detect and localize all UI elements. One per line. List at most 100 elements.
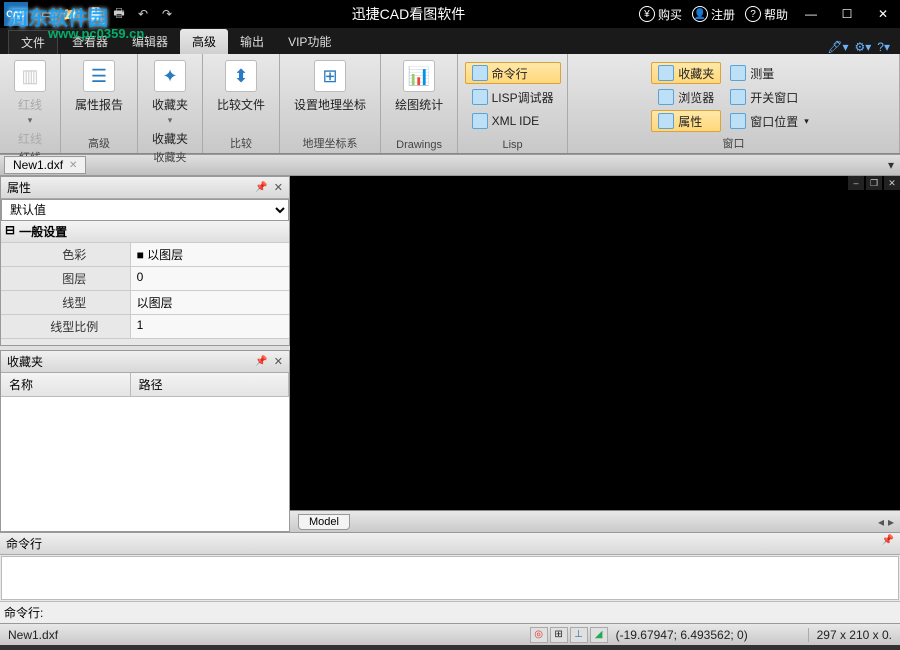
ribbon-group-window: 收藏夹 浏览器 属性 测量 开关窗口 窗口位置▾ 窗口 — [568, 54, 900, 153]
compare-icon: ⬍ — [225, 60, 257, 92]
favorites-button[interactable]: ✦ 收藏夹 ▾ 收藏夹 — [144, 58, 196, 149]
command-panel: 命令行 📌 命令行: — [0, 532, 900, 623]
browser-panel-toggle[interactable]: 浏览器 — [651, 86, 721, 108]
window-position-button[interactable]: 窗口位置▾ — [723, 110, 816, 132]
prop-section[interactable]: ⊟一般设置 — [1, 221, 289, 243]
doc-tabs-dropdown[interactable]: ▾ — [888, 158, 894, 172]
properties-selector[interactable]: 默认值 — [1, 199, 289, 221]
help-button[interactable]: ?帮助 — [745, 6, 788, 23]
buy-button[interactable]: ¥购买 — [639, 6, 682, 23]
panel-close-icon[interactable]: ✕ — [274, 355, 283, 368]
drawing-stats-button[interactable]: 📊 绘图统计 — [387, 58, 451, 115]
ribbon-group-lisp: 命令行 LISP调试器 XML IDE Lisp — [458, 54, 568, 153]
left-panels: 属性 📌 ✕ 默认值 ⊟一般设置 色彩■ 以图层 图层0 线型以图层 线型比例1… — [0, 176, 290, 532]
maximize-icon[interactable]: ☐ — [834, 4, 860, 24]
favorites-header[interactable]: 收藏夹 📌 ✕ — [1, 351, 289, 373]
ribbon-group-drawings: 📊 绘图统计 Drawings — [381, 54, 458, 153]
pin-icon[interactable]: 📌 — [255, 182, 267, 193]
tab-output[interactable]: 输出 — [228, 29, 276, 54]
close-icon[interactable]: ✕ — [870, 4, 896, 24]
favorites-columns: 名称 路径 — [1, 373, 289, 397]
tab-next-icon[interactable]: ▸ — [888, 515, 894, 529]
vp-restore-icon[interactable]: ❐ — [866, 176, 882, 190]
ribbon-group-advanced: ☰ 属性报告 高级 — [61, 54, 138, 153]
style-dropdown-icon[interactable]: 🖊▾ — [827, 40, 848, 54]
model-tab-strip: Model ◂ ▸ — [290, 510, 900, 532]
browser-icon — [658, 89, 674, 105]
snap-toggle-icon[interactable]: ◎ — [530, 627, 548, 643]
command-header[interactable]: 命令行 📌 — [0, 533, 900, 555]
model-tab[interactable]: Model — [298, 514, 350, 530]
property-report-button[interactable]: ☰ 属性报告 — [67, 58, 131, 115]
help-icon[interactable]: ?▾ — [877, 40, 890, 54]
favorites-panel: 收藏夹 📌 ✕ 名称 路径 — [0, 350, 290, 532]
fav-icon — [658, 65, 674, 81]
pin-icon[interactable]: 📌 — [882, 535, 894, 552]
command-output[interactable] — [1, 556, 899, 600]
app-logo: CAD — [4, 2, 28, 26]
tab-vip[interactable]: VIP功能 — [276, 29, 343, 54]
tab-prev-icon[interactable]: ◂ — [878, 515, 884, 529]
new-file-icon[interactable]: ▭ — [36, 3, 58, 25]
close-tab-icon[interactable]: ✕ — [69, 160, 77, 171]
panel-close-icon[interactable]: ✕ — [274, 181, 283, 194]
properties-grid: ⊟一般设置 色彩■ 以图层 图层0 线型以图层 线型比例1 — [1, 221, 289, 345]
lisp-icon — [472, 89, 488, 105]
geo-coords-button[interactable]: ⊞ 设置地理坐标 — [286, 58, 374, 115]
redo-icon[interactable]: ↷ — [156, 3, 178, 25]
commandline-toggle[interactable]: 命令行 — [465, 62, 561, 84]
redline-icon: ▥ — [14, 60, 46, 92]
command-input[interactable] — [47, 606, 896, 620]
toggle-window-button[interactable]: 开关窗口 — [723, 86, 816, 108]
winpos-icon — [730, 113, 746, 129]
ortho-toggle-icon[interactable]: ⊥ — [570, 627, 588, 643]
properties-panel-toggle[interactable]: 属性 — [651, 110, 721, 132]
measure-icon — [730, 65, 746, 81]
redline-button[interactable]: ▥ 红线 ▾ 红线 — [6, 58, 54, 149]
viewport[interactable]: – ❐ ✕ Model ◂ ▸ — [290, 176, 900, 532]
col-name[interactable]: 名称 — [1, 373, 131, 396]
compare-button[interactable]: ⬍ 比较文件 — [209, 58, 273, 115]
register-button[interactable]: 👤注册 — [692, 6, 735, 23]
prop-row-linetype[interactable]: 线型以图层 — [1, 291, 289, 315]
prop-row-ltscale[interactable]: 线型比例1 — [1, 315, 289, 339]
options-icon[interactable]: ⚙▾ — [855, 40, 872, 54]
tab-viewer[interactable]: 查看器 — [60, 29, 120, 54]
command-input-row: 命令行: — [0, 601, 900, 623]
print-icon[interactable]: 🖶 — [108, 3, 130, 25]
app-title: 迅捷CAD看图软件 — [178, 4, 639, 24]
tab-advanced[interactable]: 高级 — [180, 29, 228, 54]
col-path[interactable]: 路径 — [131, 373, 289, 396]
undo-icon[interactable]: ↶ — [132, 3, 154, 25]
save-icon[interactable]: 💾 — [84, 3, 106, 25]
lisp-debugger-button[interactable]: LISP调试器 — [465, 86, 561, 108]
grid-toggle-icon[interactable]: ⊞ — [550, 627, 568, 643]
report-icon: ☰ — [83, 60, 115, 92]
document-tab[interactable]: New1.dxf ✕ — [4, 156, 86, 174]
document-tabs: New1.dxf ✕ ▾ — [0, 154, 900, 176]
properties-header[interactable]: 属性 📌 ✕ — [1, 177, 289, 199]
toggle-icon — [730, 89, 746, 105]
pin-icon[interactable]: 📌 — [255, 356, 267, 367]
geo-icon: ⊞ — [314, 60, 346, 92]
command-prompt: 命令行: — [4, 604, 43, 621]
vp-minimize-icon[interactable]: – — [848, 176, 864, 190]
prop-row-color[interactable]: 色彩■ 以图层 — [1, 243, 289, 267]
titlebar: CAD ▭ 📂 💾 🖶 ↶ ↷ 迅捷CAD看图软件 ¥购买 👤注册 ?帮助 — … — [0, 0, 900, 28]
tab-editor[interactable]: 编辑器 — [120, 29, 180, 54]
favorites-panel-toggle[interactable]: 收藏夹 — [651, 62, 721, 84]
xml-icon — [472, 113, 488, 129]
xml-ide-button[interactable]: XML IDE — [465, 110, 561, 132]
status-dimensions: 297 x 210 x 0. — [808, 628, 900, 642]
vp-close-icon[interactable]: ✕ — [884, 176, 900, 190]
polar-toggle-icon[interactable]: ◢ — [590, 627, 608, 643]
prop-row-layer[interactable]: 图层0 — [1, 267, 289, 291]
ribbon-group-redline: ▥ 红线 ▾ 红线 红线 — [0, 54, 61, 153]
open-file-icon[interactable]: 📂 — [60, 3, 82, 25]
properties-panel: 属性 📌 ✕ 默认值 ⊟一般设置 色彩■ 以图层 图层0 线型以图层 线型比例1 — [0, 176, 290, 346]
status-bar: New1.dxf ◎ ⊞ ⊥ ◢ (-19.67947; 6.493562; 0… — [0, 623, 900, 645]
measure-button[interactable]: 测量 — [723, 62, 816, 84]
ribbon-group-geo: ⊞ 设置地理坐标 地理坐标系 — [280, 54, 381, 153]
minimize-icon[interactable]: — — [798, 4, 824, 24]
app-menu-button[interactable]: 文件 — [8, 30, 58, 54]
